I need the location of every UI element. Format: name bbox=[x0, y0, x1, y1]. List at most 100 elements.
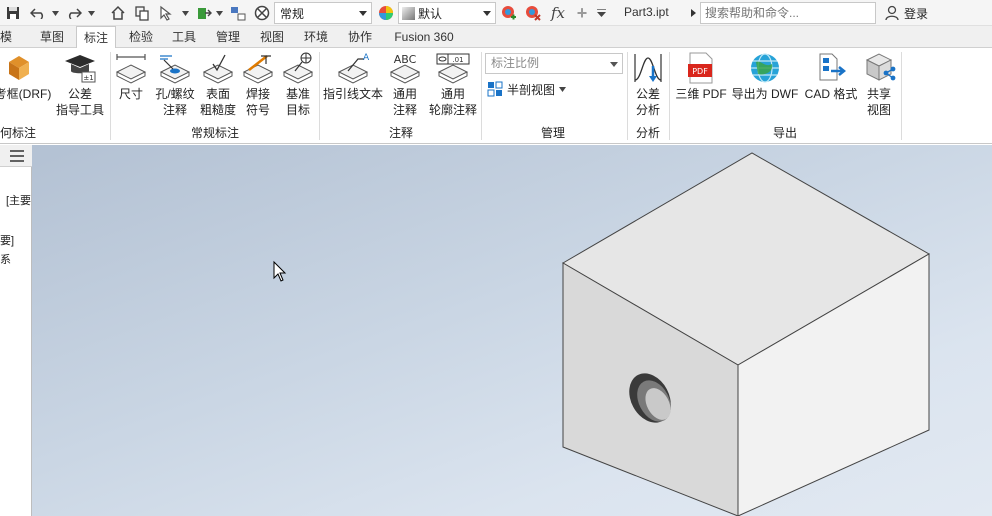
tab-collaborate[interactable]: 协作 bbox=[343, 26, 377, 48]
plus-icon[interactable]: + bbox=[573, 3, 591, 23]
graphics-viewport[interactable] bbox=[32, 145, 992, 516]
tab-view[interactable]: 视图 bbox=[256, 26, 288, 48]
login-link[interactable]: 登录 bbox=[904, 5, 928, 22]
datum-target-icon bbox=[282, 52, 314, 84]
dimension-label: 尺寸 bbox=[118, 87, 143, 101]
leader-text-label: 指引线文本 bbox=[322, 87, 383, 101]
customize-qat-icon[interactable] bbox=[594, 3, 608, 23]
search-box[interactable] bbox=[700, 2, 876, 24]
tolerance-advisor-button[interactable]: ±1 公差 指导工具 bbox=[54, 52, 106, 118]
export-dwf-button[interactable]: 导出为 DWF bbox=[730, 52, 800, 102]
tab-model[interactable]: 模型 bbox=[0, 26, 22, 66]
welding-symbol-button[interactable]: 焊接 符号 bbox=[238, 52, 278, 118]
redo-icon[interactable] bbox=[64, 3, 84, 23]
hole-note-label-1: 孔/螺纹 bbox=[155, 87, 195, 101]
browser-node-system[interactable]: 系 bbox=[0, 251, 11, 267]
tab-inspect[interactable]: 检验 bbox=[124, 26, 158, 48]
model-browser: [主要 要] 系 bbox=[0, 145, 32, 516]
general-note-button[interactable]: ABC 通用 注释 bbox=[386, 52, 424, 118]
datum-target-button[interactable]: 基准 目标 bbox=[278, 52, 318, 118]
fx-label: fx bbox=[550, 4, 565, 22]
save-icon[interactable] bbox=[4, 3, 22, 23]
tab-annotate[interactable]: 标注 bbox=[76, 26, 116, 49]
dwf-globe-icon bbox=[751, 53, 779, 83]
browser-node-main[interactable]: 要] bbox=[0, 232, 14, 248]
dimension-button[interactable]: 尺寸 bbox=[112, 52, 150, 102]
svg-text:PDF: PDF bbox=[692, 67, 708, 76]
hole-note-label-2: 注释 bbox=[162, 103, 187, 117]
return-dropdown-icon[interactable] bbox=[214, 3, 224, 23]
tab-manage[interactable]: 管理 bbox=[211, 26, 245, 48]
datum-target-label-2: 目标 bbox=[285, 103, 310, 117]
tab-tools[interactable]: 工具 bbox=[168, 26, 200, 48]
hole-thread-note-button[interactable]: 孔/螺纹 注释 bbox=[152, 52, 198, 118]
tolerance-analysis-label-2: 分析 bbox=[635, 103, 660, 117]
display-quality-icon[interactable] bbox=[252, 3, 272, 23]
select-dropdown-icon[interactable] bbox=[180, 3, 190, 23]
appearance-select[interactable]: 默认 bbox=[398, 2, 496, 24]
general-note-label-2: 注释 bbox=[392, 103, 417, 117]
select-mode-icon[interactable] bbox=[156, 3, 178, 23]
undo-dropdown-icon[interactable] bbox=[50, 3, 60, 23]
svg-text:.01: .01 bbox=[452, 56, 463, 64]
surface-texture-button[interactable]: 表面 粗糙度 bbox=[198, 52, 238, 118]
user-icon[interactable] bbox=[883, 3, 901, 23]
shared-view-icon bbox=[865, 53, 896, 81]
menu-icon[interactable] bbox=[10, 150, 24, 162]
half-section-label: 半剖视图 bbox=[507, 82, 556, 97]
search-input[interactable] bbox=[701, 3, 871, 23]
shared-view-label-1: 共享 bbox=[866, 87, 891, 101]
tab-fusion360[interactable]: Fusion 360 bbox=[388, 26, 460, 48]
export-dwf-label: 导出为 DWF bbox=[731, 87, 799, 101]
leader-text-button[interactable]: A 指引线文本 bbox=[322, 52, 384, 102]
graduation-cap-icon: ±1 bbox=[65, 55, 96, 83]
half-section-view-button[interactable]: 半剖视图 bbox=[487, 80, 567, 98]
cad-format-button[interactable]: CAD 格式 bbox=[802, 52, 860, 102]
panel-manage: 管理 bbox=[540, 126, 565, 140]
tab-environments[interactable]: 环境 bbox=[300, 26, 332, 48]
tab-sketch[interactable]: 草图 bbox=[36, 26, 68, 48]
annotation-scale-select[interactable]: 标注比例 bbox=[485, 53, 623, 74]
parameters-icon[interactable] bbox=[228, 3, 248, 23]
dimension-icon bbox=[115, 54, 147, 84]
panel-general-annotation: 常规标注 bbox=[190, 126, 239, 140]
datum-reference-frame-button[interactable]: 考框(DRF) bbox=[0, 52, 52, 102]
tolerance-analysis-label-1: 公差 bbox=[635, 87, 660, 101]
svg-text:ABC: ABC bbox=[394, 53, 417, 66]
style-select[interactable]: 常规 bbox=[274, 2, 372, 24]
chevron-down-icon bbox=[559, 86, 567, 92]
color-wheel-icon[interactable] bbox=[376, 3, 396, 23]
3d-pdf-button[interactable]: PDF 三维 PDF bbox=[673, 52, 729, 102]
profile-note-icon: .01 bbox=[436, 53, 470, 84]
shared-view-button[interactable]: 共享 视图 bbox=[860, 52, 898, 118]
tolerance-analysis-icon bbox=[634, 54, 662, 82]
clear-appearance-icon[interactable] bbox=[523, 3, 543, 23]
3d-pdf-label: 三维 PDF bbox=[675, 87, 727, 101]
cube-model[interactable] bbox=[32, 145, 992, 516]
return-icon[interactable] bbox=[194, 3, 214, 23]
ribbon-separator bbox=[627, 52, 628, 140]
quick-access-toolbar: 常规 默认 fx + Part3.ipt 登录 bbox=[0, 0, 992, 26]
redo-dropdown-icon[interactable] bbox=[86, 3, 96, 23]
datum-target-label-1: 基准 bbox=[285, 87, 310, 101]
fx-icon[interactable]: fx bbox=[547, 3, 569, 23]
ribbon-panel: 考框(DRF) ±1 公差 指导工具 何标注 尺寸 孔/螺纹 注释 表面 粗糙度… bbox=[0, 48, 992, 144]
surface-texture-label-1: 表面 bbox=[205, 87, 230, 101]
cad-export-icon bbox=[819, 53, 847, 81]
ribbon-separator bbox=[481, 52, 482, 140]
ribbon-separator bbox=[669, 52, 670, 140]
browser-node-primary[interactable]: [主要 bbox=[6, 192, 31, 208]
panel-analysis: 分析 bbox=[635, 126, 660, 140]
tolerance-advisor-label-2: 指导工具 bbox=[55, 103, 104, 117]
profile-note-button[interactable]: .01 通用 轮廓注释 bbox=[426, 52, 480, 118]
copy-icon[interactable] bbox=[132, 3, 152, 23]
adjust-appearance-icon[interactable] bbox=[499, 3, 519, 23]
surface-texture-label-2: 粗糙度 bbox=[199, 103, 236, 117]
tolerance-analysis-button[interactable]: 公差 分析 bbox=[629, 52, 667, 118]
undo-icon[interactable] bbox=[28, 3, 48, 23]
home-icon[interactable] bbox=[108, 3, 128, 23]
search-expand-icon[interactable] bbox=[688, 3, 698, 23]
ribbon-separator bbox=[319, 52, 320, 140]
browser-header bbox=[0, 145, 32, 167]
general-note-icon: ABC bbox=[389, 53, 421, 84]
